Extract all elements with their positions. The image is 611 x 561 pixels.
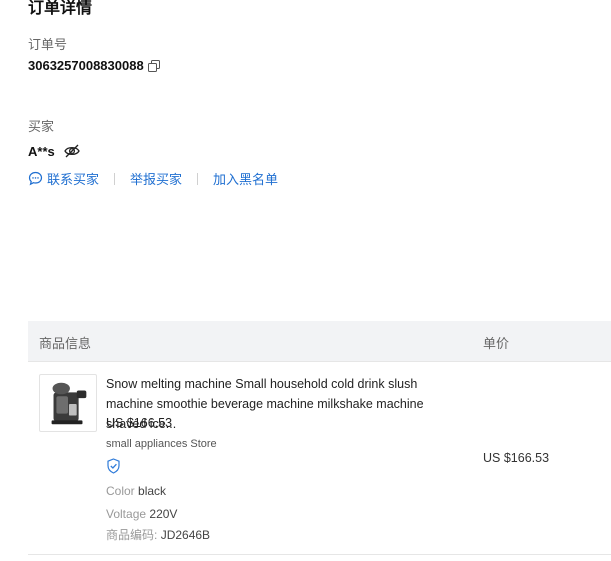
report-buyer-link[interactable]: 举报买家 — [130, 169, 182, 188]
buyer-actions: 联系买家 举报买家 加入黑名单 — [28, 169, 278, 188]
table-row: Snow melting machine Small household col… — [28, 362, 611, 555]
header-product-info: 商品信息 — [39, 336, 92, 351]
attr-voltage: Voltage 220V — [106, 507, 177, 521]
section-title: 订单详情 — [28, 0, 93, 17]
store-name[interactable]: small appliances Store — [106, 438, 217, 450]
attr-color-value: black — [138, 484, 167, 498]
buyer-label: 买家 — [28, 119, 55, 134]
order-number-value: 3063257008830088 — [28, 58, 144, 73]
unit-price: US $166.53 — [483, 451, 550, 465]
order-number-label: 订单号 — [28, 37, 68, 52]
shield-check-icon — [106, 458, 121, 474]
attr-color: Color black — [106, 484, 166, 498]
contact-buyer-link[interactable]: 联系买家 — [28, 169, 99, 188]
attr-voltage-label: Voltage — [106, 507, 147, 521]
product-thumbnail[interactable] — [39, 374, 97, 432]
order-number: 3063257008830088 — [28, 58, 160, 73]
blacklist-link[interactable]: 加入黑名单 — [213, 169, 278, 188]
attr-color-label: Color — [106, 484, 135, 498]
attr-code-value: JD2646B — [160, 528, 211, 542]
buyer-name: A**s — [28, 143, 55, 159]
copy-icon[interactable] — [147, 59, 160, 72]
attr-code-label: 商品编码: — [106, 528, 158, 542]
header-unit-price: 单价 — [483, 336, 510, 351]
chat-icon — [28, 171, 43, 186]
action-divider — [197, 172, 199, 185]
table-header: 商品信息 单价 — [28, 321, 611, 362]
action-divider — [114, 172, 116, 185]
attr-code: 商品编码: JD2646B — [106, 526, 210, 543]
buyer: A**s — [28, 142, 81, 160]
eye-off-icon[interactable] — [63, 142, 81, 160]
product-price: US $166.53 — [106, 416, 173, 430]
attr-voltage-value: 220V — [149, 507, 178, 521]
contact-buyer-label: 联系买家 — [47, 172, 100, 187]
